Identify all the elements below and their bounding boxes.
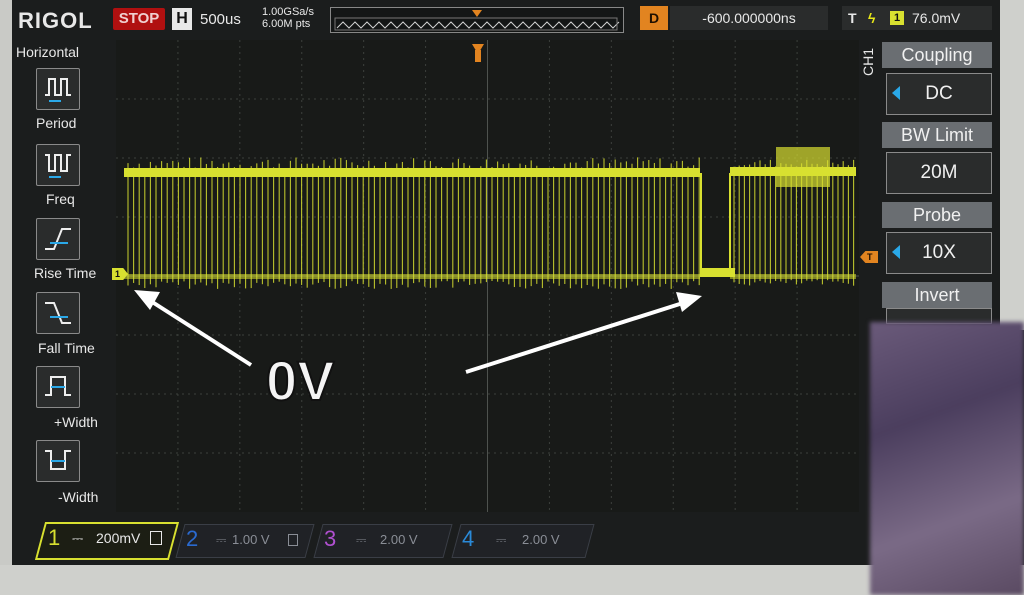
trace-high-band xyxy=(124,168,700,177)
menu-label-rise-time: Rise Time xyxy=(34,265,97,281)
ch4-number: 4 xyxy=(462,526,475,551)
ch1-coupling-icon: ⎓ xyxy=(72,530,84,546)
run-stop-status[interactable]: STOP xyxy=(113,8,165,30)
right-softkey-menu: Coupling DC BW Limit 20M Probe 10X Inver… xyxy=(858,40,998,324)
bw-limit-header: BW Limit xyxy=(882,122,992,148)
trace-low-band xyxy=(124,274,700,279)
ch4-coupling-icon: ⎓ xyxy=(496,532,507,547)
probe-arrow-icon xyxy=(892,245,900,259)
brand-logo: RIGOL xyxy=(18,8,93,33)
coupling-softkey[interactable]: DC xyxy=(886,73,992,115)
menu-label-fall-time: Fall Time xyxy=(38,340,95,356)
ch3-number: 3 xyxy=(324,526,337,551)
zero-volt-annotation: 0V xyxy=(266,349,335,412)
ch1-scale: 200mV xyxy=(96,530,141,546)
acquisition-info: 1.00GSa/s 6.00M pts xyxy=(262,6,314,30)
coupling-value: DC xyxy=(925,83,953,104)
delay-label: D xyxy=(640,6,668,30)
period-icon[interactable] xyxy=(36,68,80,110)
ch2-scale: 1.00 V xyxy=(232,532,270,547)
blurred-region xyxy=(870,322,1024,595)
memory-overview-waveform xyxy=(334,10,620,31)
bezel-right-edge xyxy=(1000,0,1024,330)
trace-drop-edge xyxy=(700,173,702,277)
menu-label-freq: Freq xyxy=(46,191,75,207)
bw-limit-value: 20M xyxy=(920,162,958,183)
ch2-bw-limit-icon xyxy=(288,534,298,546)
trigger-level: 76.0mV xyxy=(912,10,961,26)
frequency-icon[interactable] xyxy=(36,144,80,186)
ch3-scale: 2.00 V xyxy=(380,532,418,547)
memory-depth: 6.00M pts xyxy=(262,18,311,30)
ch2-coupling-icon: ⎓ xyxy=(216,532,227,547)
sample-rate: 1.00GSa/s xyxy=(262,6,314,18)
coupling-header: Coupling xyxy=(882,42,992,68)
trace-rise-edge xyxy=(729,173,731,277)
positive-width-icon[interactable] xyxy=(36,366,80,408)
menu-title: Horizontal xyxy=(16,44,80,60)
ch1-number: 1 xyxy=(48,525,61,550)
probe-softkey[interactable]: 10X xyxy=(886,232,992,274)
ch3-coupling-icon: ⎓ xyxy=(356,532,367,547)
trigger-label: T xyxy=(848,10,857,26)
fall-time-icon[interactable] xyxy=(36,292,80,334)
coupling-arrow-icon xyxy=(892,86,900,100)
probe-header: Probe xyxy=(882,202,992,228)
trigger-source-badge: 1 xyxy=(890,11,904,25)
menu-label-positive-width: +Width xyxy=(54,414,98,430)
menu-label-period: Period xyxy=(36,115,77,131)
invert-header: Invert xyxy=(882,282,992,308)
negative-width-icon[interactable] xyxy=(36,440,80,482)
memory-trigger-marker xyxy=(472,10,482,17)
delay-value[interactable]: -600.000000ns xyxy=(670,6,828,30)
horizontal-label: H xyxy=(172,8,192,30)
memory-overview-bar xyxy=(330,7,624,33)
trigger-status[interactable]: T ϟ 1 76.0mV xyxy=(842,6,992,30)
ch4-scale: 2.00 V xyxy=(522,532,560,547)
probe-value: 10X xyxy=(922,242,956,263)
bw-limit-softkey[interactable]: 20M xyxy=(886,152,992,194)
menu-label-negative-width: -Width xyxy=(58,489,99,505)
bezel-left-edge xyxy=(0,0,12,595)
trigger-position-stem xyxy=(475,50,481,62)
ch1-bw-limit-icon xyxy=(150,531,162,545)
timebase-value[interactable]: 500us xyxy=(200,11,241,28)
trigger-edge-icon: ϟ xyxy=(868,10,876,26)
rise-time-icon[interactable] xyxy=(36,218,80,260)
waveform-display[interactable]: 0V xyxy=(116,40,859,512)
trace-low-band-resume xyxy=(730,274,856,279)
ch2-number: 2 xyxy=(186,526,199,551)
